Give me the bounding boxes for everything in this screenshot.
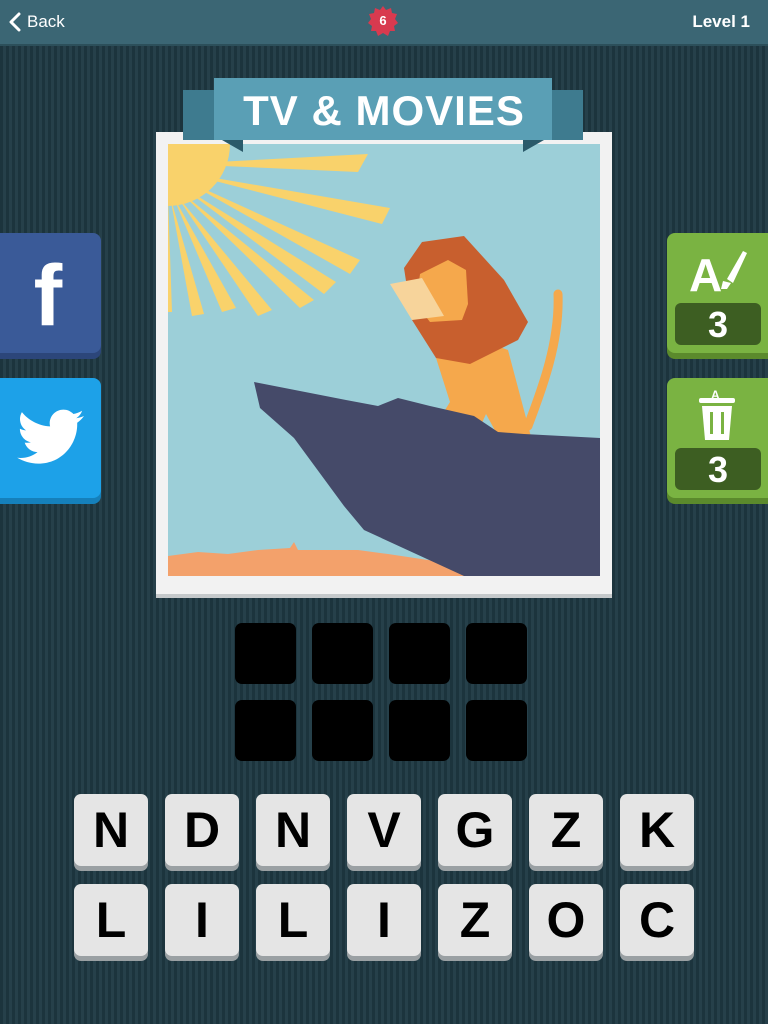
facebook-share-button[interactable]: f <box>0 233 101 353</box>
letter-tile[interactable]: G <box>438 794 512 866</box>
letter-tile[interactable]: L <box>74 884 148 956</box>
facebook-icon: f <box>33 248 63 344</box>
remove-letters-count: 3 <box>675 448 761 490</box>
answer-slot[interactable] <box>235 623 296 684</box>
top-bar: Back 6 Level 1 <box>0 0 768 46</box>
answer-slot[interactable] <box>312 623 373 684</box>
letter-tile[interactable]: N <box>256 794 330 866</box>
answer-slot[interactable] <box>389 623 450 684</box>
letter-tile[interactable]: D <box>165 794 239 866</box>
letter-tile[interactable]: I <box>165 884 239 956</box>
category-title: TV & MOVIES <box>243 87 525 134</box>
reveal-letter-hint-button[interactable]: A 3 <box>667 233 768 353</box>
answer-slot[interactable] <box>466 700 527 761</box>
twitter-bird-icon <box>17 409 85 464</box>
letter-tile[interactable]: Z <box>529 794 603 866</box>
letter-tile[interactable]: L <box>256 884 330 956</box>
level-label: Level 1 <box>692 12 750 31</box>
remove-letters-hint-button[interactable]: A 3 <box>667 378 768 498</box>
back-button[interactable]: Back <box>8 10 65 34</box>
trash-letter-icon: A <box>699 388 735 440</box>
letter-tile[interactable]: N <box>74 794 148 866</box>
chevron-left-icon <box>9 12 21 32</box>
svg-text:A: A <box>711 388 720 402</box>
answer-slot[interactable] <box>466 623 527 684</box>
reveal-letter-count: 3 <box>675 303 761 345</box>
twitter-share-button[interactable] <box>0 378 101 498</box>
letter-brush-icon: A <box>689 249 747 297</box>
svg-text:A: A <box>689 249 722 297</box>
answer-slot[interactable] <box>389 700 450 761</box>
letter-tile[interactable]: I <box>347 884 421 956</box>
coin-badge: 6 <box>367 5 399 37</box>
puzzle-picture-frame <box>156 132 612 594</box>
letter-tile[interactable]: K <box>620 794 694 866</box>
coin-count: 6 <box>379 13 387 28</box>
letter-tile[interactable]: V <box>347 794 421 866</box>
letter-tile[interactable]: O <box>529 884 603 956</box>
letter-tile[interactable]: Z <box>438 884 512 956</box>
answer-slot[interactable] <box>312 700 373 761</box>
letter-tile[interactable]: C <box>620 884 694 956</box>
back-label: Back <box>27 12 65 31</box>
answer-slot[interactable] <box>235 700 296 761</box>
lion-on-rock-illustration <box>168 144 600 576</box>
